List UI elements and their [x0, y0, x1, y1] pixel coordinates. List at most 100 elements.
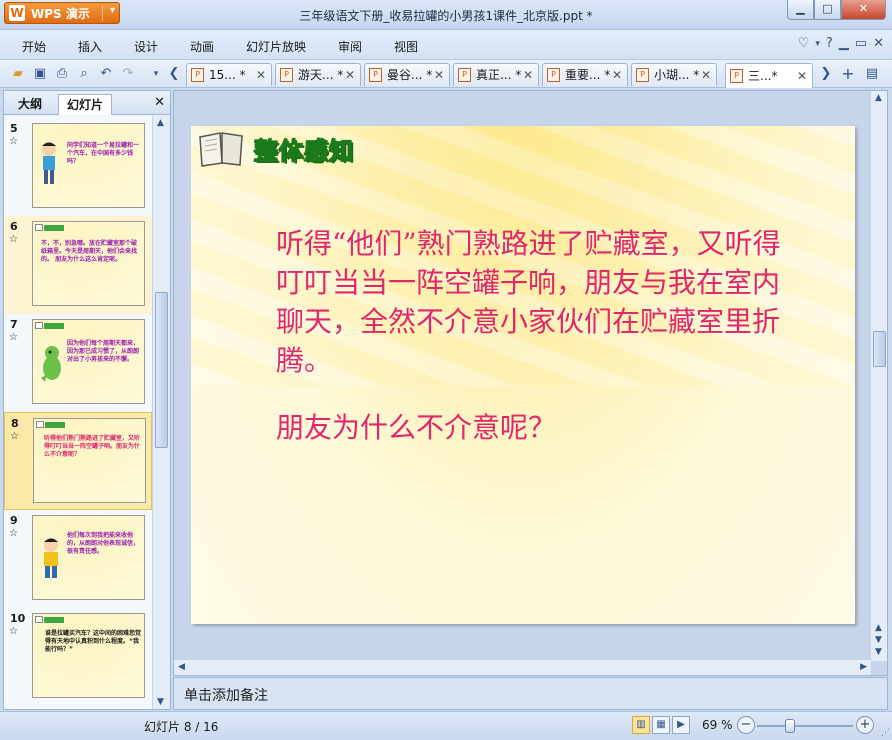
minimize-ribbon-icon[interactable]: ▁	[839, 36, 849, 51]
doc-tab[interactable]: P 曼谷... * ✕	[364, 63, 450, 86]
slide-number: 9	[10, 514, 18, 527]
chevron-down-icon[interactable]: ▾	[815, 39, 820, 49]
doc-tab[interactable]: P 15... * ✕	[186, 63, 272, 86]
restore-doc-icon[interactable]: ▭	[855, 36, 867, 51]
menu-review[interactable]: 审阅	[338, 38, 362, 55]
print-icon[interactable]: ⎙	[54, 66, 70, 82]
notes-pane[interactable]: 单击添加备注	[173, 677, 888, 710]
doc-tab[interactable]: P 游天... * ✕	[275, 63, 361, 86]
print-preview-icon[interactable]: ⌕	[76, 66, 92, 82]
close-doc-icon[interactable]: ✕	[873, 36, 884, 51]
doc-tab-label: 曼谷... *	[387, 67, 433, 82]
animation-star-icon: ☆	[9, 234, 18, 245]
slide-number: 10	[10, 612, 26, 625]
scrollbar-thumb[interactable]	[155, 292, 168, 448]
slide-heading[interactable]: 整体感知	[254, 131, 354, 166]
notes-placeholder: 单击添加备注	[184, 688, 268, 704]
current-slide[interactable]: 整体感知 听得“他们”熟门熟路进了贮藏室，又听得叮叮当当一阵空罐子响，朋友与我在…	[191, 126, 855, 624]
slides-panel: 大纲 幻灯片 ✕ 5 ☆ 同学们知道一个易拉罐和一个汽车，在中国有多少钱吗？ 6…	[3, 90, 171, 710]
close-tab-icon[interactable]: ✕	[345, 65, 355, 86]
slide-thumbnail-selected[interactable]: 8 ☆ 听得他们熟门熟路进了贮藏室，又听得叮叮当当一阵空罐子响。朋友为什么不介意…	[4, 412, 152, 510]
scroll-up-icon[interactable]: ▲	[875, 93, 882, 103]
slide-number: 7	[10, 318, 18, 331]
close-tab-icon[interactable]: ✕	[612, 65, 622, 86]
slide-thumbnail[interactable]: 10 ☆ 谁是拉罐买汽车？这中间的困难您觉得有天地中认真积到什么程度。“我能行吗…	[4, 608, 152, 706]
slide-horizontal-scrollbar[interactable]: ◀ ▶	[174, 659, 871, 675]
close-panel-icon[interactable]: ✕	[154, 95, 165, 110]
window-title: 三年级语文下册_收易拉罐的小男孩1课件_北京版.ppt *	[299, 9, 593, 23]
menu-design[interactable]: 设计	[134, 38, 158, 55]
thumbnail-text: 不，不，别急哪。放在贮藏室那个破纸箱里。今天是周期天，他们会来找的。 朋友为什么…	[41, 240, 138, 263]
scroll-right-icon[interactable]: ▶	[860, 662, 867, 672]
help-icon[interactable]: ?	[826, 36, 833, 51]
tabs-scroll-left-icon[interactable]: ❮	[166, 66, 182, 82]
open-folder-icon[interactable]: ▰	[10, 66, 26, 82]
doc-tab-label: 游天... *	[298, 67, 344, 82]
menu-view[interactable]: 视图	[394, 38, 418, 55]
doc-tab-active[interactable]: P 三...* ✕	[725, 63, 813, 88]
zoom-out-button[interactable]: −	[737, 716, 755, 734]
ppt-file-icon: P	[730, 69, 743, 83]
menu-bar: 开始 插入 设计 动画 幻灯片放映 审阅 视图 ♡ ▾ ? ▁ ▭ ✕	[0, 30, 892, 60]
slideshow-view-button[interactable]: ▶	[672, 716, 690, 734]
customize-toolbar-icon[interactable]: ▾	[148, 66, 164, 82]
scroll-down-icon[interactable]: ▼	[875, 647, 882, 657]
zoom-slider[interactable]	[757, 725, 853, 727]
doc-tab[interactable]: P 重要... * ✕	[542, 63, 628, 86]
scroll-down-icon[interactable]: ▼	[875, 635, 882, 645]
doc-tab[interactable]: P 真正... * ✕	[453, 63, 539, 86]
book-icon	[199, 132, 243, 167]
zoom-in-button[interactable]: +	[856, 716, 874, 734]
resize-grip-icon[interactable]: ⋰	[881, 728, 890, 738]
slide-question-text[interactable]: 朋友为什么不介意呢？	[276, 406, 556, 446]
ppt-file-icon: P	[547, 68, 560, 82]
slide-thumbnail[interactable]: 5 ☆ 同学们知道一个易拉罐和一个汽车，在中国有多少钱吗？	[4, 118, 152, 216]
dinosaur-illustration	[41, 346, 61, 382]
tabs-scroll-right-icon[interactable]: ❯	[818, 66, 834, 82]
scrollbar-thumb[interactable]	[873, 331, 886, 367]
close-tab-icon[interactable]: ✕	[434, 65, 444, 86]
slide-body-text[interactable]: 听得“他们”熟门熟路进了贮藏室，又听得叮叮当当一阵空罐子响，朋友与我在室内聊天，…	[276, 224, 796, 380]
redo-icon[interactable]: ↷	[120, 66, 136, 82]
slide-thumbnail[interactable]: 9 ☆ 他们每次到我把能来收他的，从朗朗对他表现诚信，很有责任感。	[4, 510, 152, 608]
tab-outline[interactable]: 大纲	[10, 94, 50, 115]
zoom-slider-thumb[interactable]	[785, 719, 796, 733]
menu-insert[interactable]: 插入	[78, 38, 102, 55]
undo-icon[interactable]: ↶	[98, 66, 114, 82]
tab-list-icon[interactable]: ▤	[864, 66, 880, 82]
menu-home[interactable]: 开始	[22, 38, 46, 55]
menu-animation[interactable]: 动画	[190, 38, 214, 55]
tab-slides[interactable]: 幻灯片	[58, 94, 113, 115]
scroll-left-icon[interactable]: ◀	[178, 662, 185, 672]
shield-icon[interactable]: ♡	[798, 36, 810, 51]
scroll-up-icon[interactable]: ▲	[157, 118, 164, 128]
scroll-down-icon[interactable]: ▼	[157, 697, 164, 707]
close-window-button[interactable]: ✕	[841, 0, 886, 20]
close-tab-icon[interactable]: ✕	[701, 65, 711, 86]
doc-tab-label: 小瑚... *	[654, 67, 700, 82]
scroll-up-icon[interactable]: ▲	[875, 623, 882, 633]
save-icon[interactable]: ▣	[32, 66, 48, 82]
doc-tab-label: 三...*	[748, 68, 778, 83]
close-tab-icon[interactable]: ✕	[523, 65, 533, 86]
status-bar: 幻灯片 8 / 16 ▥ ▦ ▶ 69 % − + ⋰	[0, 711, 892, 740]
menu-slideshow[interactable]: 幻灯片放映	[246, 38, 306, 55]
close-tab-icon[interactable]: ✕	[797, 66, 807, 87]
thumbnail-scrollbar[interactable]: ▲ ▼	[152, 116, 170, 709]
animation-star-icon: ☆	[9, 332, 18, 343]
new-tab-icon[interactable]: +	[840, 66, 856, 82]
slide-thumbnail[interactable]: 6 ☆ 不，不，别急哪。放在贮藏室那个破纸箱里。今天是周期天，他们会来找的。 朋…	[4, 216, 152, 314]
boy-illustration	[44, 538, 58, 578]
slide-sorter-view-button[interactable]: ▦	[652, 716, 670, 734]
doc-tab[interactable]: P 小瑚... * ✕	[631, 63, 717, 86]
animation-star-icon: ☆	[9, 136, 18, 147]
ppt-file-icon: P	[636, 68, 649, 82]
slide-vertical-scrollbar[interactable]: ▲ ▲ ▼ ▼	[870, 91, 887, 661]
normal-view-button[interactable]: ▥	[632, 716, 650, 734]
close-tab-icon[interactable]: ✕	[256, 65, 266, 86]
ppt-file-icon: P	[191, 68, 204, 82]
thumbnail-text: 同学们知道一个易拉罐和一个汽车，在中国有多少钱吗？	[67, 142, 140, 165]
maximize-button[interactable]: □	[814, 0, 841, 20]
minimize-button[interactable]: ▁	[787, 0, 814, 20]
slide-thumbnail[interactable]: 7 ☆ 因为他们每个周期天都来，因为那已成习惯了，从朗朗对出了小男孩来的不懈。	[4, 314, 152, 412]
